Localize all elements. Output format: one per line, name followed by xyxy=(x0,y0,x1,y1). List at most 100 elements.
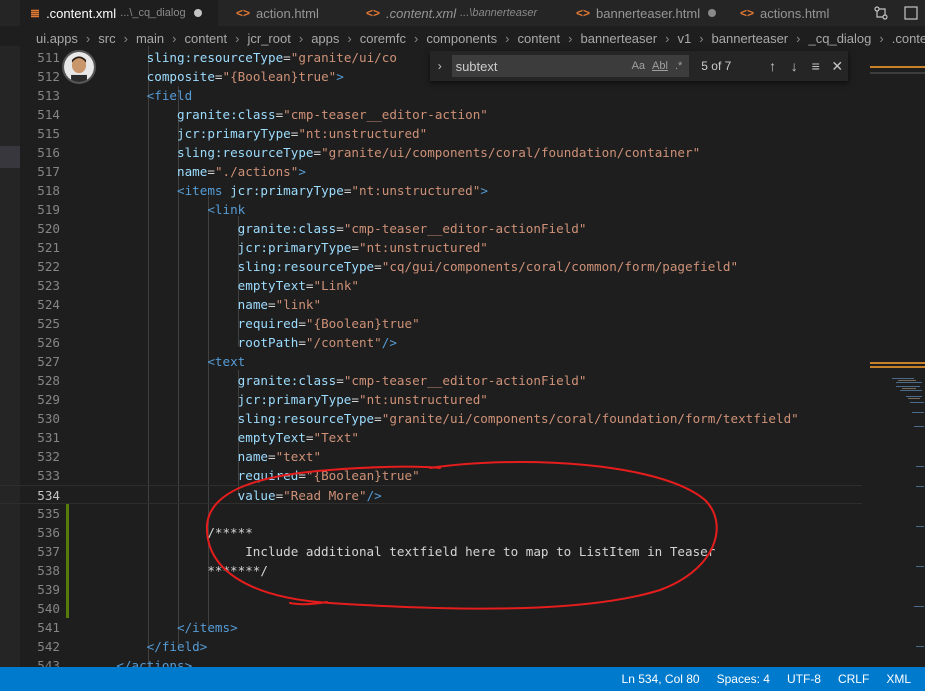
open-changes-icon[interactable] xyxy=(873,5,889,21)
code-line[interactable]: 528 granite:class="cmp-teaser__editor-ac… xyxy=(0,371,862,390)
line-number: 524 xyxy=(37,297,60,312)
breadcrumb-item[interactable]: ui.apps xyxy=(36,31,78,46)
previous-match-arrow-up-icon[interactable]: ↑ xyxy=(762,58,784,74)
cursor-position[interactable]: Ln 534, Col 80 xyxy=(622,672,700,686)
code-icon: <> xyxy=(576,6,591,20)
tab-actions-html[interactable]: <> actions.html xyxy=(730,0,852,26)
tab-bar: ≣ .content.xml ...\_cq_dialog <> action.… xyxy=(0,0,925,26)
code-line[interactable]: 519 <link xyxy=(0,200,862,219)
code-text: jcr:primaryType="nt:unstructured" xyxy=(86,124,427,143)
code-line[interactable]: 542 </field> xyxy=(0,637,862,656)
modified-line-marker[interactable] xyxy=(66,504,69,523)
match-case-option[interactable]: Aa xyxy=(632,60,645,72)
code-line[interactable]: 537 Include additional textfield here to… xyxy=(0,542,862,561)
code-line[interactable]: 518 <items jcr:primaryType="nt:unstructu… xyxy=(0,181,862,200)
code-line[interactable]: 515 jcr:primaryType="nt:unstructured" xyxy=(0,124,862,143)
find-input[interactable] xyxy=(451,58,632,74)
breadcrumb-item[interactable]: v1 xyxy=(677,31,691,46)
code-line[interactable]: 521 jcr:primaryType="nt:unstructured" xyxy=(0,238,862,257)
breadcrumb-item[interactable]: src xyxy=(98,31,115,46)
modified-line-marker[interactable] xyxy=(66,599,69,618)
unsaved-dot-icon[interactable] xyxy=(193,9,202,17)
unsaved-dot-icon[interactable] xyxy=(708,9,717,17)
breadcrumb-item[interactable]: _cq_dialog xyxy=(809,31,872,46)
modified-line-marker[interactable] xyxy=(66,580,69,599)
encoding[interactable]: UTF-8 xyxy=(787,672,821,686)
breadcrumb-item[interactable]: .content.xml xyxy=(892,31,925,46)
breadcrumb-item[interactable]: coremfc xyxy=(360,31,406,46)
code-line[interactable]: 536 /***** xyxy=(0,523,862,542)
code-line[interactable]: 538 *******/ xyxy=(0,561,862,580)
breadcrumb-separator-chevron-icon: › xyxy=(123,30,128,46)
minimap[interactable] xyxy=(862,46,925,667)
code-line[interactable]: 541 </items> xyxy=(0,618,862,637)
breadcrumb-item[interactable]: apps xyxy=(311,31,339,46)
code-line[interactable]: 517 name="./actions"> xyxy=(0,162,862,181)
code-line[interactable]: 527 <text xyxy=(0,352,862,371)
code-token: = xyxy=(351,240,359,255)
tab-label: actions.html xyxy=(760,5,830,21)
indentation[interactable]: Spaces: 4 xyxy=(717,672,770,686)
code-token: = xyxy=(336,373,344,388)
tab-action-html[interactable]: <> action.html xyxy=(226,0,354,26)
code-text: value="Read More"/> xyxy=(86,486,382,505)
code-line[interactable]: 522 sling:resourceType="cq/gui/component… xyxy=(0,257,862,276)
language-mode[interactable]: XML xyxy=(886,672,911,686)
code-token: jcr:primaryType xyxy=(237,392,352,407)
breadcrumb-item[interactable]: components xyxy=(426,31,497,46)
split-editor-icon[interactable] xyxy=(903,5,919,21)
breadcrumb-item[interactable]: content xyxy=(517,31,560,46)
code-line[interactable]: 533 required="{Boolean}true" xyxy=(0,466,862,485)
next-match-arrow-down-icon[interactable]: ↓ xyxy=(783,58,805,74)
use-regex-option[interactable]: .* xyxy=(675,60,682,72)
modified-line-marker[interactable] xyxy=(66,542,69,561)
close-icon[interactable]: ✕ xyxy=(826,58,848,75)
code-text: jcr:primaryType="nt:unstructured" xyxy=(86,238,488,257)
toggle-replace-chevron-icon[interactable]: › xyxy=(430,59,450,73)
code-line[interactable]: 524 name="link" xyxy=(0,295,862,314)
line-number: 533 xyxy=(37,468,60,483)
code-line[interactable]: 513 <field xyxy=(0,86,862,105)
code-line[interactable]: 523 emptyText="Link" xyxy=(0,276,862,295)
line-ending[interactable]: CRLF xyxy=(838,672,869,686)
code-line[interactable]: 516 sling:resourceType="granite/ui/compo… xyxy=(0,143,862,162)
code-line[interactable]: 530 sling:resourceType="granite/ui/compo… xyxy=(0,409,862,428)
code-line[interactable]: 532 name="text" xyxy=(0,447,862,466)
code-line[interactable]: 525 required="{Boolean}true" xyxy=(0,314,862,333)
breadcrumb-separator-chevron-icon: › xyxy=(879,30,884,46)
code-token: value xyxy=(237,488,276,503)
code-line[interactable]: 540 xyxy=(0,599,862,618)
tab-content-xml-dialog[interactable]: ≣ .content.xml ...\_cq_dialog xyxy=(20,0,218,26)
breadcrumb-item[interactable]: content xyxy=(184,31,227,46)
code-token: granite:class xyxy=(237,373,337,388)
match-whole-word-option[interactable]: Abl xyxy=(652,60,668,72)
code-token: /> xyxy=(366,488,382,503)
code-line[interactable]: 535 xyxy=(0,504,862,523)
modified-line-marker[interactable] xyxy=(66,561,69,580)
code-line[interactable]: 539 xyxy=(0,580,862,599)
code-line[interactable]: 526 rootPath="/content"/> xyxy=(0,333,862,352)
code-token: "nt:unstructured" xyxy=(351,183,481,198)
modified-line-marker[interactable] xyxy=(66,523,69,542)
breadcrumb-item[interactable]: bannerteaser xyxy=(712,31,789,46)
tab-bannerteaser-html[interactable]: <> bannerteaser.html xyxy=(566,0,728,26)
breadcrumb-item[interactable]: bannerteaser xyxy=(580,31,657,46)
tab-label: .content.xml xyxy=(386,5,457,21)
breadcrumb-item[interactable]: main xyxy=(136,31,164,46)
code-line[interactable]: 531 emptyText="Text" xyxy=(0,428,862,447)
code-line[interactable]: 520 granite:class="cmp-teaser__editor-ac… xyxy=(0,219,862,238)
code-line[interactable]: 543 </actions> xyxy=(0,656,862,667)
breadcrumb-item[interactable]: jcr_root xyxy=(247,31,290,46)
code-line[interactable]: 534 value="Read More"/> xyxy=(0,485,862,504)
code-line[interactable]: 514 granite:class="cmp-teaser__editor-ac… xyxy=(0,105,862,124)
code-editor[interactable]: 511 sling:resourceType="granite/ui/co 512… xyxy=(0,46,862,667)
tab-content-xml-bannerteaser[interactable]: <> .content.xml ...\bannerteaser xyxy=(356,0,552,26)
code-line[interactable]: 529 jcr:primaryType="nt:unstructured" xyxy=(0,390,862,409)
find-in-selection-icon[interactable]: ≡ xyxy=(805,58,827,74)
code-text: jcr:primaryType="nt:unstructured" xyxy=(86,390,488,409)
